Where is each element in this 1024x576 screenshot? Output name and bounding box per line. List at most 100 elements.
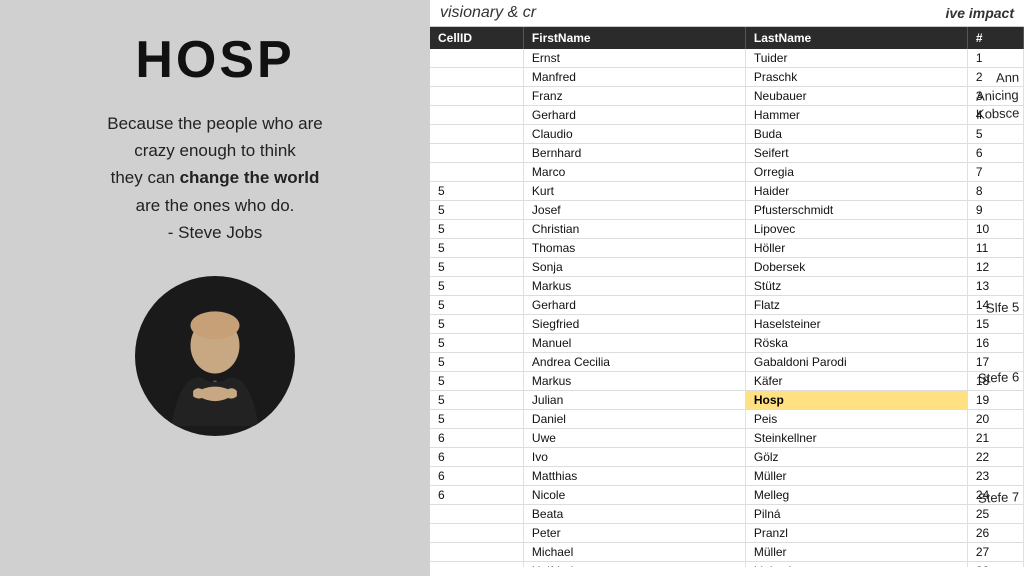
avatar (135, 276, 295, 436)
cell-num: 8 (967, 182, 1023, 201)
cell-id: 6 (430, 486, 523, 505)
table-row: 5ManuelRöska16 (430, 334, 1024, 353)
cell-id: 5 (430, 391, 523, 410)
cell-lastname: Hammer (745, 106, 967, 125)
top-bar: visionary & cr ive impact (430, 0, 1024, 27)
cell-firstname: Uwe (523, 429, 745, 448)
table-row: 5SiegfriedHaselsteiner15 (430, 315, 1024, 334)
cell-lastname: Hosp (745, 391, 967, 410)
cell-num: 17 (967, 353, 1023, 372)
table-row: 6NicoleMelleg24 (430, 486, 1024, 505)
cell-lastname: Dobersek (745, 258, 967, 277)
cell-id: 6 (430, 448, 523, 467)
cell-firstname: Manuel (523, 334, 745, 353)
cell-lastname: Müller (745, 543, 967, 562)
table-row: ManfredPraschk2 (430, 68, 1024, 87)
cell-firstname: Bernhard (523, 144, 745, 163)
cell-firstname: Nicole (523, 486, 745, 505)
cell-num: 22 (967, 448, 1023, 467)
cell-lastname: Tuider (745, 49, 967, 68)
table-row: 6UweSteinkellner21 (430, 429, 1024, 448)
cell-lastname: Steinkellner (745, 429, 967, 448)
cell-lastname: Neubauer (745, 87, 967, 106)
cell-num: 21 (967, 429, 1023, 448)
cell-num: 1 (967, 49, 1023, 68)
cell-firstname: Josef (523, 201, 745, 220)
cell-firstname: Kurt (523, 182, 745, 201)
cell-lastname: Stütz (745, 277, 967, 296)
quote-bold: change the world (180, 168, 320, 187)
cell-firstname: Marco (523, 163, 745, 182)
cell-id: 5 (430, 201, 523, 220)
cell-id (430, 87, 523, 106)
cell-lastname: Pranzl (745, 524, 967, 543)
table-header-row: CellID FirstName LastName # (430, 27, 1024, 49)
table-container[interactable]: CellID FirstName LastName # ErnstTuider1… (430, 27, 1024, 567)
table-row: 5KurtHaider8 (430, 182, 1024, 201)
table-row: MichaelMüller27 (430, 543, 1024, 562)
quote-line1: Because the people who are (107, 114, 323, 133)
cell-num: 2 (967, 68, 1023, 87)
cell-firstname: Ernst (523, 49, 745, 68)
right-panel: visionary & cr ive impact CellID FirstNa… (430, 0, 1024, 576)
cell-num: 16 (967, 334, 1023, 353)
quote-text: Because the people who are crazy enough … (107, 110, 323, 246)
cell-id (430, 163, 523, 182)
cell-firstname: Thomas (523, 239, 745, 258)
cell-lastname: Lipovec (745, 220, 967, 239)
cell-firstname: Matthias (523, 467, 745, 486)
cell-lastname: Melleg (745, 486, 967, 505)
cell-id: 5 (430, 239, 523, 258)
cell-firstname: Michael (523, 543, 745, 562)
header-lastname: LastName (745, 27, 967, 49)
cell-num: 26 (967, 524, 1023, 543)
quote-author: - Steve Jobs (168, 223, 263, 242)
cell-num: 5 (967, 125, 1023, 144)
cell-firstname: Beata (523, 505, 745, 524)
cell-lastname: Flatz (745, 296, 967, 315)
top-bar-right-text: ive impact (946, 5, 1014, 21)
cell-lastname: Liebscher (745, 562, 967, 568)
quote-line2: crazy enough to think (134, 141, 296, 160)
person-silhouette-icon (145, 286, 285, 426)
quote-line3: they can (111, 168, 180, 187)
cell-firstname: Gerhard (523, 106, 745, 125)
cell-id (430, 543, 523, 562)
cell-lastname: Orregia (745, 163, 967, 182)
cell-id: 6 (430, 467, 523, 486)
header-cellid: CellID (430, 27, 523, 49)
cell-id (430, 125, 523, 144)
data-table: CellID FirstName LastName # ErnstTuider1… (430, 27, 1024, 567)
table-row: BernhardSeifert6 (430, 144, 1024, 163)
cell-num: 18 (967, 372, 1023, 391)
table-row: 6MatthiasMüller23 (430, 467, 1024, 486)
cell-firstname: Franz (523, 87, 745, 106)
cell-lastname: Praschk (745, 68, 967, 87)
cell-id (430, 49, 523, 68)
cell-num: 20 (967, 410, 1023, 429)
cell-lastname: Haider (745, 182, 967, 201)
cell-firstname: Markus (523, 372, 745, 391)
cell-id (430, 144, 523, 163)
cell-id (430, 524, 523, 543)
table-row: 5DanielPeis20 (430, 410, 1024, 429)
cell-id (430, 106, 523, 125)
left-panel: HOSP Because the people who are crazy en… (0, 0, 430, 576)
cell-num: 10 (967, 220, 1023, 239)
cell-lastname: Müller (745, 467, 967, 486)
cell-id (430, 562, 523, 568)
cell-id: 5 (430, 315, 523, 334)
cell-firstname: Julian (523, 391, 745, 410)
cell-lastname: Pfusterschmidt (745, 201, 967, 220)
cell-num: 3 (967, 87, 1023, 106)
cell-lastname: Peis (745, 410, 967, 429)
cell-firstname: Daniel (523, 410, 745, 429)
cell-id: 5 (430, 258, 523, 277)
cell-num: 25 (967, 505, 1023, 524)
cell-firstname: Sonja (523, 258, 745, 277)
table-row: ClaudioBuda5 (430, 125, 1024, 144)
cell-num: 15 (967, 315, 1023, 334)
hosp-title: HOSP (135, 30, 294, 90)
cell-num: 11 (967, 239, 1023, 258)
table-row: 5Andrea CeciliaGabaldoni Parodi17 (430, 353, 1024, 372)
